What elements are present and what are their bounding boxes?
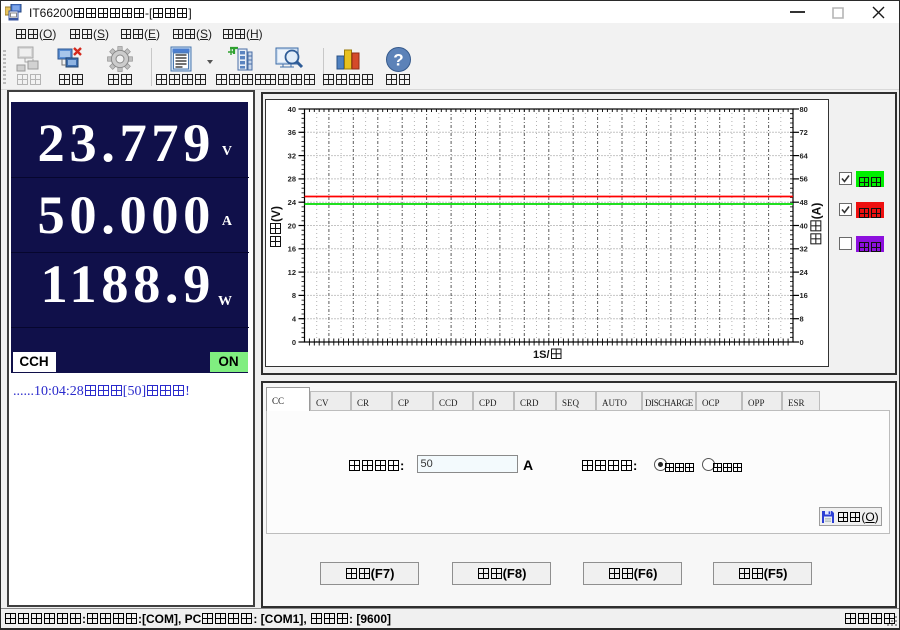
svg-text:28: 28 (288, 175, 296, 184)
svg-text:12: 12 (288, 268, 296, 277)
svg-text:16: 16 (288, 245, 296, 254)
svg-text:40: 40 (800, 221, 808, 230)
svg-text:8: 8 (292, 291, 296, 300)
svg-text:56: 56 (800, 175, 808, 184)
svg-text:36: 36 (288, 128, 296, 137)
svg-text:16: 16 (800, 291, 808, 300)
svg-text:40: 40 (288, 105, 296, 114)
svg-text:0: 0 (800, 338, 804, 347)
svg-text:48: 48 (800, 198, 808, 207)
svg-text:0: 0 (292, 338, 296, 347)
svg-text:32: 32 (288, 151, 296, 160)
svg-text:24: 24 (800, 268, 809, 277)
svg-text:24: 24 (288, 198, 297, 207)
svg-text:64: 64 (800, 151, 809, 160)
svg-text:?: ? (393, 51, 403, 70)
svg-text:1S/: 1S/ (533, 349, 550, 361)
svg-text:80: 80 (800, 105, 808, 114)
svg-text:32: 32 (800, 245, 808, 254)
svg-text:4: 4 (292, 315, 297, 324)
svg-text:8: 8 (800, 315, 804, 324)
svg-text:72: 72 (800, 128, 808, 137)
svg-text:20: 20 (288, 221, 296, 230)
